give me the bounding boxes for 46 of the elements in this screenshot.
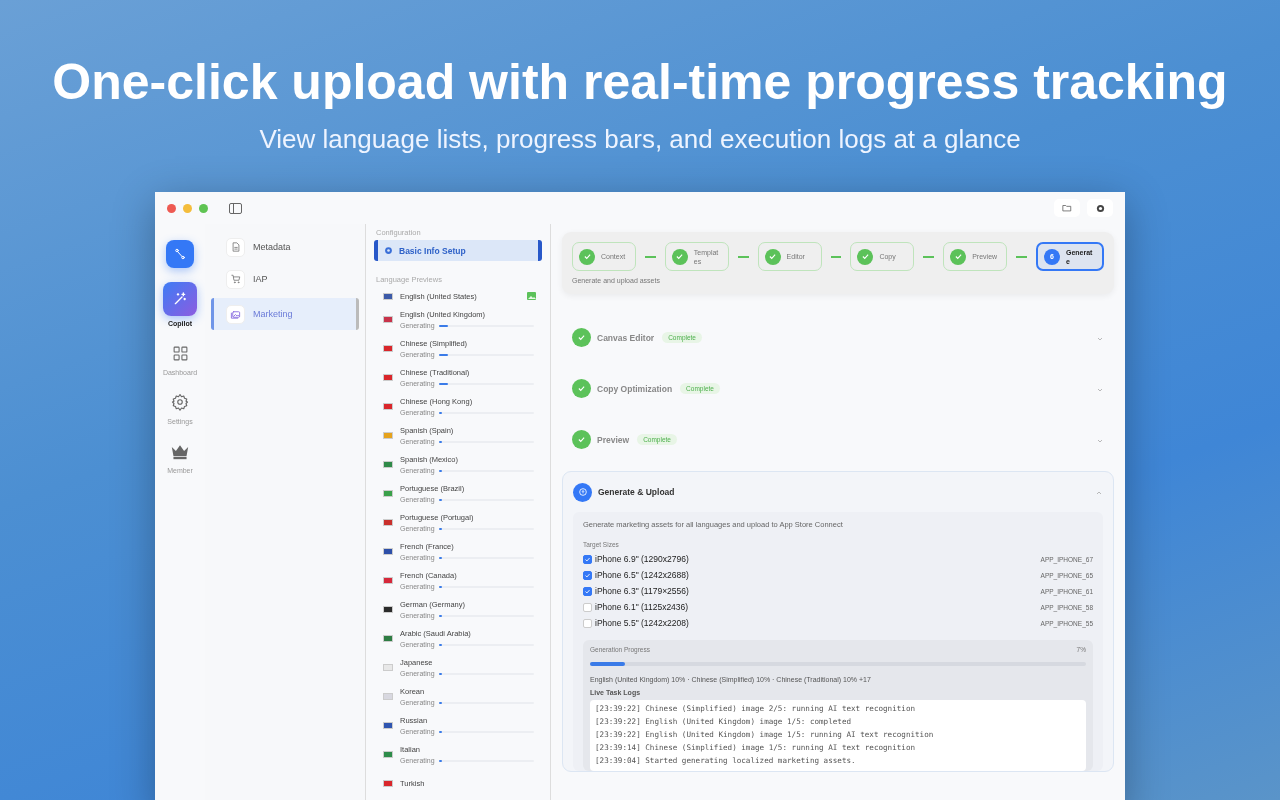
module-item[interactable]: IAP	[211, 266, 359, 292]
chevron-icon	[1095, 489, 1103, 497]
check-icon	[675, 252, 685, 261]
check-icon	[953, 252, 963, 261]
config-item[interactable]: Basic Info Setup	[374, 240, 542, 261]
folder-icon	[1062, 203, 1072, 213]
check-icon	[860, 252, 870, 261]
size-label: iPhone 6.1" (1125x2436)	[595, 602, 689, 612]
section-title: Copy Optimization	[597, 383, 673, 394]
folder-button[interactable]	[1054, 199, 1080, 217]
subheadline: View language lists, progress bars, and execution logs at a glance	[259, 124, 1021, 154]
checkbox[interactable]	[583, 618, 592, 628]
checkbox[interactable]	[583, 586, 592, 596]
document-icon	[230, 242, 241, 252]
size-label: iPhone 6.3" (1179×2556)	[595, 586, 689, 596]
checkbox[interactable]	[583, 554, 592, 564]
section-title: Generate & Upload	[598, 487, 675, 497]
size-label: iPhone 6.9" (1290x2796)	[595, 554, 689, 564]
grid-icon	[171, 344, 189, 362]
record-icon	[1095, 203, 1105, 213]
check-icon	[577, 384, 586, 393]
sidebar-toggle-icon[interactable]	[229, 202, 242, 214]
record-button[interactable]	[1087, 199, 1113, 217]
headline: One-click upload with real-time progress tracking	[52, 53, 1228, 112]
module-item[interactable]: Metadata	[211, 234, 359, 260]
route-icon	[174, 248, 186, 260]
image-icon	[527, 292, 536, 300]
zoom-button[interactable]	[199, 203, 208, 213]
size-label: iPhone 5.5" (1242x2208)	[595, 618, 689, 628]
checkbox[interactable]	[583, 570, 592, 580]
check-icon	[582, 252, 592, 261]
config-label: Basic Info Setup	[399, 245, 466, 256]
size-label: iPhone 6.5" (1242x2688)	[595, 570, 689, 580]
check-icon	[577, 435, 586, 444]
upload-icon	[573, 482, 592, 502]
close-button[interactable]	[167, 203, 176, 213]
check-icon	[577, 333, 586, 342]
checkbox[interactable]	[583, 602, 592, 612]
nav-item[interactable]	[166, 240, 194, 268]
section-title: Preview	[597, 434, 630, 445]
images-icon	[230, 308, 241, 320]
cart-icon	[230, 274, 241, 284]
section-title: Canvas Editor	[597, 332, 655, 343]
module-item[interactable]: Marketing	[211, 298, 359, 330]
magic-wand-icon	[172, 291, 188, 307]
check-icon	[768, 252, 778, 261]
